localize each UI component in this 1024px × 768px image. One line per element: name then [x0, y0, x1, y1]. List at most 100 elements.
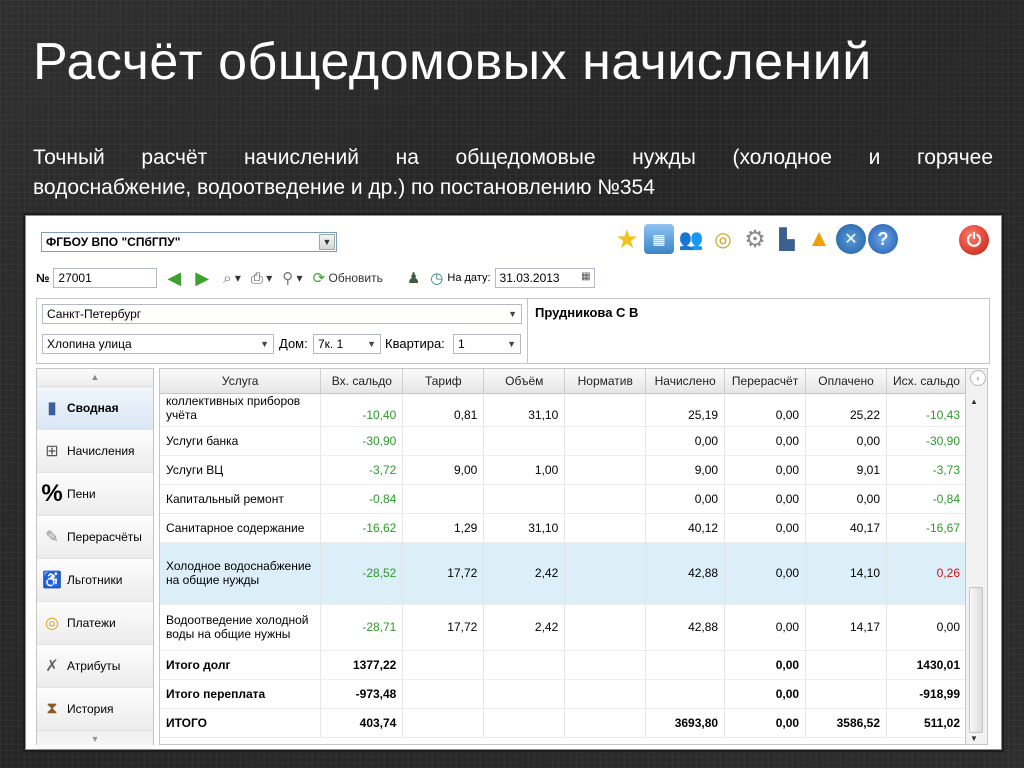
- column-header[interactable]: Тариф: [402, 369, 485, 394]
- sidebar-item-1[interactable]: ⊞ Начисления: [37, 430, 153, 473]
- star-icon[interactable]: ★: [612, 224, 642, 254]
- table-scrollbar[interactable]: ▲ ▼: [966, 368, 988, 745]
- date-value: 31.03.2013: [499, 271, 560, 285]
- address-panel: Санкт-Петербург ▼ Хлопина улица ▼ Дом: 7…: [36, 298, 990, 364]
- clock-icon[interactable]: ◷: [430, 269, 443, 287]
- city-value: Санкт-Петербург: [47, 307, 142, 321]
- column-header[interactable]: Начислено: [645, 369, 726, 394]
- date-input[interactable]: 31.03.2013 ▦: [494, 268, 595, 288]
- search-button[interactable]: ⌕ ▾: [223, 270, 241, 287]
- sidebar-item-2[interactable]: % Пени: [37, 473, 153, 516]
- table-row[interactable]: коллективных приборов учёта -10,40 0,81 31,…: [160, 393, 965, 427]
- value-cell: [645, 679, 726, 709]
- value-cell: 1,00: [483, 455, 566, 485]
- refresh-button[interactable]: ⟳ Обновить: [313, 269, 383, 287]
- sidebar-item-label: Атрибуты: [67, 659, 121, 673]
- value-cell: 0,00: [724, 455, 807, 485]
- chevron-down-icon[interactable]: ▼: [508, 309, 517, 319]
- sidebar-item-0[interactable]: ▮ Сводная: [37, 387, 153, 430]
- sidebar-item-4[interactable]: ♿ Льготники: [37, 559, 153, 602]
- column-header[interactable]: Оплачено: [805, 369, 887, 394]
- owner-name: Прудникова С В: [535, 305, 639, 320]
- value-cell: [564, 426, 647, 456]
- refresh-label: Обновить: [328, 271, 383, 285]
- calendar-icon[interactable]: ▦: [581, 271, 590, 282]
- value-cell: [483, 679, 566, 709]
- table-row[interactable]: Капитальный ремонт -0,84 0,00 0,00 0,00 -0,84: [160, 484, 965, 514]
- power-icon[interactable]: ⏻: [959, 225, 989, 255]
- gears-icon[interactable]: ⚙: [740, 224, 770, 254]
- sidebar-item-3[interactable]: ✎ Перерасчёты: [37, 516, 153, 559]
- chevron-down-icon[interactable]: ▼: [367, 339, 376, 349]
- recalc-icon: ✎: [45, 529, 59, 546]
- chevron-down-icon[interactable]: ▼: [507, 339, 516, 349]
- value-cell: [402, 650, 485, 680]
- value-cell: [483, 426, 566, 456]
- tools-icon[interactable]: ✕: [836, 224, 866, 254]
- service-cell: Капитальный ремонт: [160, 484, 322, 514]
- value-cell: 0,00: [645, 426, 726, 456]
- house-select[interactable]: 7к. 1 ▼: [313, 334, 381, 354]
- table-row[interactable]: ИТОГО 403,74 3693,80 0,00 3586,52 511,02: [160, 708, 965, 738]
- table-row[interactable]: Холодное водоснабжение на общие нужды -28…: [160, 542, 965, 605]
- link-button[interactable]: ⚲ ▾: [282, 269, 302, 287]
- print-button[interactable]: ⎙ ▾: [251, 270, 272, 287]
- arrow-right-icon[interactable]: ▶: [195, 268, 209, 289]
- value-cell: [564, 604, 647, 651]
- value-cell: -28,52: [320, 542, 404, 605]
- scrollbar-thumb[interactable]: [969, 587, 983, 733]
- person-icon[interactable]: ♟: [407, 269, 420, 287]
- scroll-up-icon[interactable]: ▲: [970, 397, 978, 406]
- city-select[interactable]: Санкт-Петербург ▼: [42, 304, 522, 324]
- table-row[interactable]: Санитарное содержание -16,62 1,29 31,10 40,1…: [160, 513, 965, 543]
- chevron-down-icon[interactable]: ▼: [260, 339, 269, 349]
- table-row[interactable]: Итого долг 1377,22 0,00 1430,01: [160, 650, 965, 680]
- house-value: 7к. 1: [318, 337, 344, 351]
- help-icon[interactable]: ?: [868, 224, 898, 254]
- value-cell: 0,26: [886, 542, 965, 605]
- sidebar-item-6[interactable]: ✗ Атрибуты: [37, 645, 153, 688]
- sidebar-item-7[interactable]: ⧗ История: [37, 688, 153, 731]
- sidebar-item-5[interactable]: ◎ Платежи: [37, 602, 153, 645]
- value-cell: -10,40: [320, 393, 404, 427]
- account-number-input[interactable]: 27001: [53, 268, 158, 288]
- value-cell: -0,84: [320, 484, 404, 514]
- org-select[interactable]: ФГБОУ ВПО "СПбГПУ" ▼: [41, 232, 337, 252]
- sidebar-item-label: Платежи: [67, 616, 116, 630]
- value-cell: -28,71: [320, 604, 404, 651]
- column-header[interactable]: Норматив: [564, 369, 647, 394]
- sidebar-item-label: Пени: [67, 487, 96, 501]
- factory-icon[interactable]: ▙: [772, 224, 802, 254]
- service-cell: Итого переплата: [160, 679, 322, 709]
- scroll-down-icon[interactable]: ▼: [970, 734, 978, 743]
- building-icon[interactable]: ▦: [644, 224, 674, 254]
- arrow-left-icon[interactable]: ◀: [167, 268, 181, 289]
- sidebar-scroll-up[interactable]: ▲: [37, 369, 153, 387]
- value-cell: [402, 708, 485, 738]
- column-header[interactable]: Вх. сальдо: [320, 369, 404, 394]
- collapse-icon[interactable]: ‹: [970, 370, 986, 386]
- column-header[interactable]: Перерасчёт: [724, 369, 807, 394]
- table-row[interactable]: Услуги банка -30,90 0,00 0,00 0,00 -30,90: [160, 426, 965, 456]
- value-cell: 1430,01: [886, 650, 965, 680]
- chevron-down-icon[interactable]: ▼: [319, 234, 335, 250]
- coins-icon[interactable]: ◎: [708, 224, 738, 254]
- value-cell: [564, 708, 647, 738]
- users-icon[interactable]: 👥: [676, 224, 706, 254]
- street-select[interactable]: Хлопина улица ▼: [42, 334, 274, 354]
- table-row[interactable]: Водоотведение холодной воды на общие нуж…: [160, 604, 965, 651]
- value-cell: 1,29: [402, 513, 485, 543]
- table-row[interactable]: Услуги ВЦ -3,72 9,00 1,00 9,00 0,00 9,01 -3,73: [160, 455, 965, 485]
- table-row[interactable]: Итого переплата -973,48 0,00 -918,99: [160, 679, 965, 709]
- column-header[interactable]: Объём: [483, 369, 566, 394]
- warning-icon[interactable]: ▲: [804, 224, 834, 254]
- column-header[interactable]: Исх. сальдо: [886, 369, 965, 394]
- value-cell: 40,12: [645, 513, 726, 543]
- column-header[interactable]: Услуга: [160, 369, 322, 394]
- flat-select[interactable]: 1 ▼: [453, 334, 521, 354]
- house-label: Дом:: [279, 336, 308, 351]
- sidebar-scroll-down[interactable]: ▼: [37, 731, 153, 749]
- value-cell: [805, 679, 887, 709]
- wheelchair-icon: ♿: [42, 572, 62, 589]
- value-cell: [402, 426, 485, 456]
